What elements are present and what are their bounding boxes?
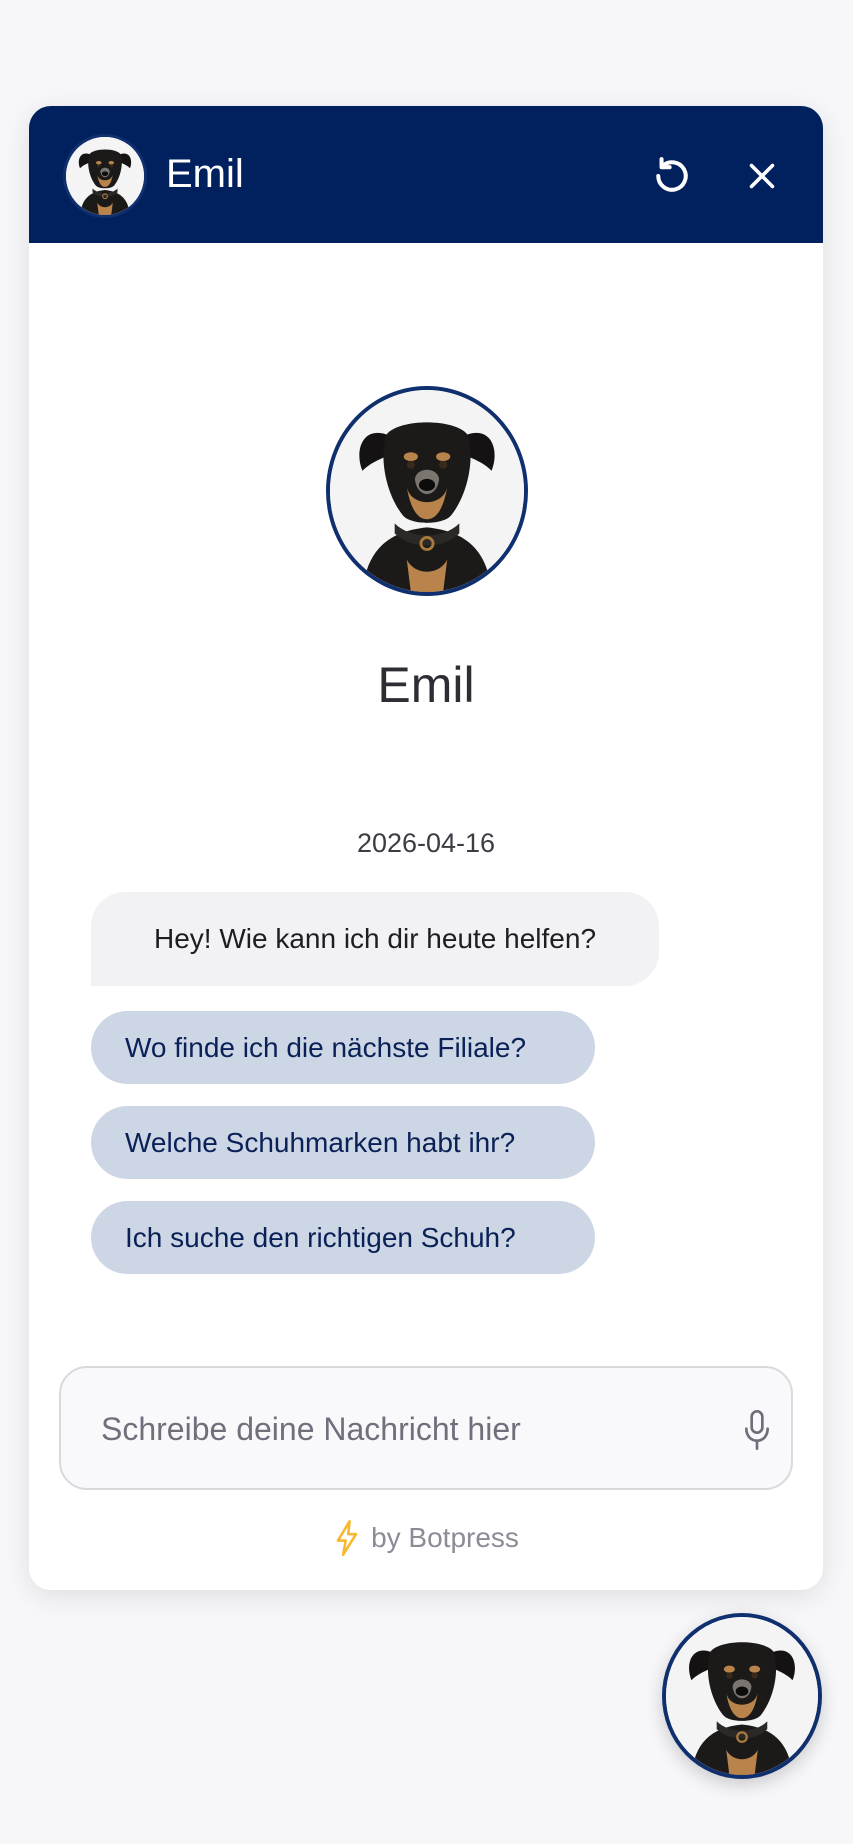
bot-profile-avatar: [326, 386, 528, 596]
bot-message-bubble: Hey! Wie kann ich dir heute helfen?: [91, 892, 659, 986]
close-icon: [749, 163, 775, 189]
lightning-icon: [336, 1520, 358, 1556]
header-title: Emil: [166, 152, 244, 196]
header-avatar: [63, 134, 147, 218]
bot-profile-name: Emil: [377, 657, 475, 713]
message-input[interactable]: [99, 1398, 663, 1460]
conversation-date: 2026-04-16: [356, 828, 496, 858]
close-button[interactable]: [736, 150, 788, 202]
chat-header: Emil: [29, 106, 823, 243]
botpress-link[interactable]: by Botpress: [371, 1522, 519, 1554]
chat-widget: Emil Emil 2026-04-16 Hey! Wie kann ich d…: [29, 106, 823, 1590]
quick-reply-button[interactable]: Welche Schuhmarken habt ihr?: [91, 1106, 595, 1179]
message-composer: [59, 1366, 793, 1490]
dog-avatar-icon: [330, 390, 524, 592]
quick-reply-button[interactable]: Ich suche den richtigen Schuh?: [91, 1201, 595, 1274]
restart-icon: [656, 157, 688, 192]
microphone-button[interactable]: [737, 1404, 777, 1456]
dog-avatar-icon: [666, 1617, 818, 1775]
powered-by: by Botpress: [29, 1520, 823, 1556]
quick-reply-button[interactable]: Wo finde ich die nächste Filiale?: [91, 1011, 595, 1084]
chat-launcher-button[interactable]: [662, 1613, 822, 1779]
dog-avatar-icon: [66, 137, 144, 215]
microphone-icon: [745, 1410, 769, 1450]
restart-button[interactable]: [646, 150, 698, 202]
